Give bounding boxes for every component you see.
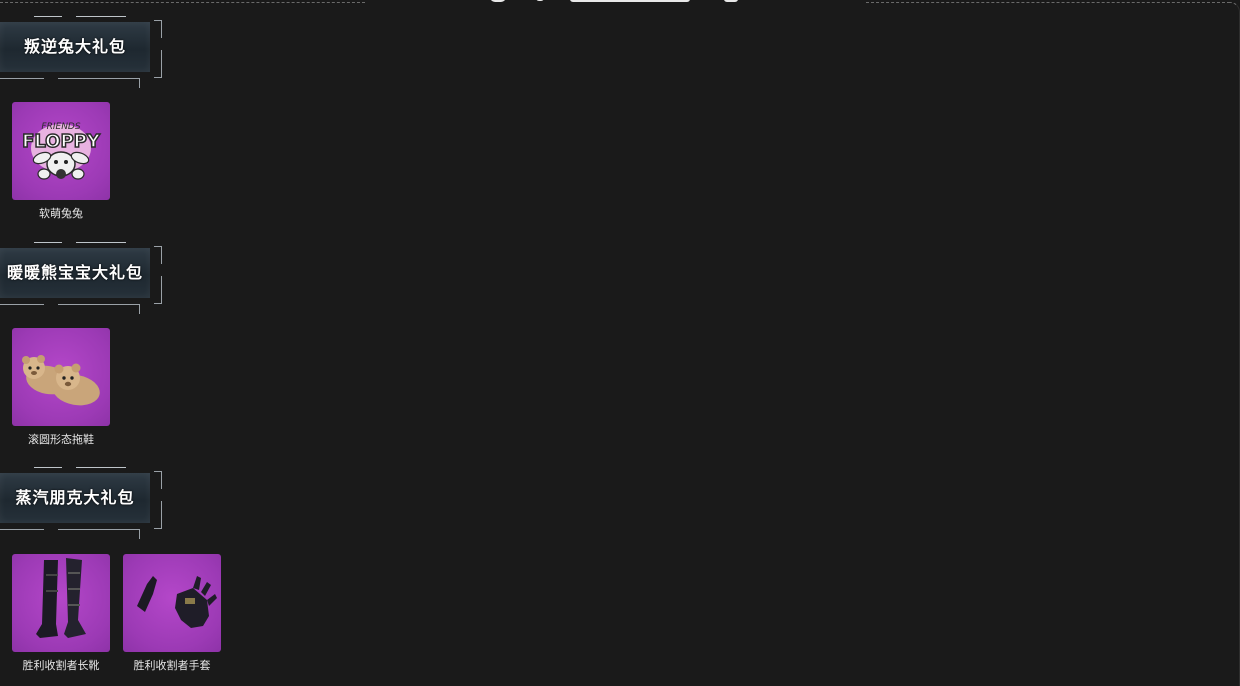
item-tile[interactable] (123, 554, 221, 652)
banner-decoration (0, 78, 140, 88)
floppy-bunny-icon: FRIENDS FLOPPY (21, 122, 102, 180)
boots-icon (36, 558, 86, 638)
item-name: 软萌兔兔 (39, 207, 83, 220)
item-card[interactable]: 胜利收割者长靴 (12, 554, 110, 673)
section-header-rebel-bunny: 叛逆兔大礼包 (0, 14, 164, 92)
item-card[interactable]: 胜利收割者手套 (123, 554, 221, 673)
bear-slippers-icon (22, 355, 100, 406)
svg-text:FLOPPY: FLOPPY (22, 131, 101, 152)
banner-decoration (0, 304, 140, 314)
banner-decoration (34, 467, 126, 468)
section-header-warm-bear: 暖暖熊宝宝大礼包 (0, 240, 164, 318)
panel-title-cropped (490, 0, 750, 2)
gift-pack-panel: 叛逆兔大礼包 FRIENDS FLOPPY 软萌兔兔 暖暖熊宝宝大礼包 滚圆形态… (0, 0, 1240, 686)
item-name: 胜利收割者手套 (133, 659, 211, 672)
item-name: 滚圆形态拖鞋 (28, 433, 94, 446)
item-card[interactable]: 滚圆形态拖鞋 (12, 328, 110, 447)
section-title: 蒸汽朋克大礼包 (15, 488, 135, 507)
item-tile[interactable] (12, 328, 110, 426)
item-card[interactable]: FRIENDS FLOPPY 软萌兔兔 (12, 102, 110, 221)
section-title: 暖暖熊宝宝大礼包 (6, 263, 143, 282)
item-tile[interactable]: FRIENDS FLOPPY (12, 102, 110, 200)
section-header-steampunk: 蒸汽朋克大礼包 (0, 465, 164, 543)
item-name: 胜利收割者长靴 (22, 659, 100, 672)
gloves-icon (137, 576, 217, 628)
top-border-left (0, 2, 365, 3)
banner-decoration (34, 16, 126, 17)
banner-decoration (0, 529, 140, 539)
top-border-right (866, 2, 1230, 3)
banner-decoration (34, 242, 126, 243)
panel-right-edge (1229, 2, 1240, 686)
section-title: 叛逆兔大礼包 (23, 37, 126, 56)
item-tile[interactable] (12, 554, 110, 652)
